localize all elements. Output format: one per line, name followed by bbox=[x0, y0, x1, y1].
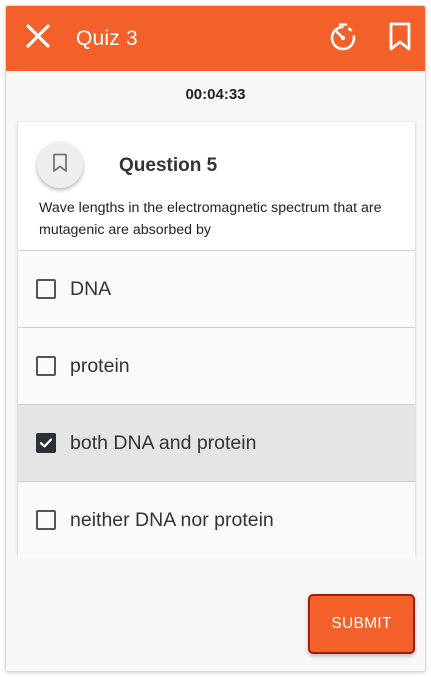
checkbox-unchecked-icon[interactable] bbox=[36, 510, 56, 530]
question-bookmark-button[interactable] bbox=[37, 142, 83, 188]
bookmark-icon bbox=[388, 22, 412, 57]
app-window: Quiz 3 00:04:33 Question 5 Wave lengths … bbox=[6, 6, 425, 671]
answer-options: DNA protein both DNA and protein neither… bbox=[18, 250, 415, 558]
timer-button[interactable] bbox=[326, 22, 360, 56]
checkbox-unchecked-icon[interactable] bbox=[36, 356, 56, 376]
answer-option[interactable]: neither DNA nor protein bbox=[18, 481, 415, 558]
app-header: Quiz 3 bbox=[6, 6, 425, 71]
bookmark-outline-icon bbox=[52, 153, 68, 178]
quiz-title: Quiz 3 bbox=[76, 27, 138, 50]
bookmark-button[interactable] bbox=[385, 22, 415, 56]
elapsed-timer: 00:04:33 bbox=[185, 86, 246, 103]
checkbox-unchecked-icon[interactable] bbox=[36, 279, 56, 299]
submit-button[interactable]: SUBMIT bbox=[308, 594, 415, 654]
answer-option-selected[interactable]: both DNA and protein bbox=[18, 404, 415, 481]
answer-option[interactable]: protein bbox=[18, 327, 415, 404]
close-icon bbox=[25, 23, 51, 54]
answer-option[interactable]: DNA bbox=[18, 250, 415, 327]
answer-option-label: both DNA and protein bbox=[70, 432, 257, 454]
checkbox-checked-icon[interactable] bbox=[36, 433, 56, 453]
close-button[interactable] bbox=[22, 22, 54, 54]
question-card: Question 5 Wave lengths in the electroma… bbox=[18, 122, 415, 558]
question-text: Wave lengths in the electromagnetic spec… bbox=[39, 200, 382, 238]
answer-option-label: protein bbox=[70, 355, 130, 377]
question-title: Question 5 bbox=[119, 155, 218, 176]
timer-icon bbox=[327, 21, 359, 58]
answer-option-label: DNA bbox=[70, 278, 112, 300]
answer-option-label: neither DNA nor protein bbox=[70, 509, 274, 531]
